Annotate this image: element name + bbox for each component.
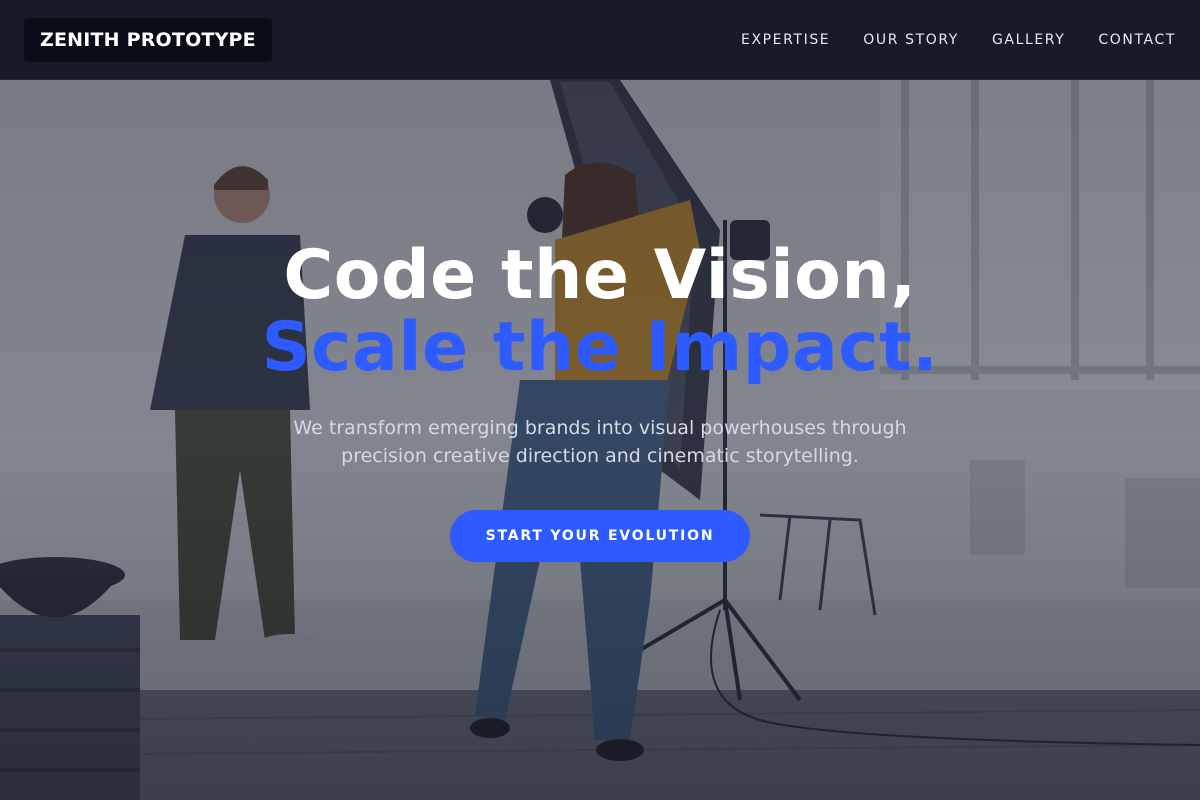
site-header: ZENITH PROTOTYPE EXPERTISE OUR STORY GAL… [0, 0, 1200, 80]
start-your-evolution-button[interactable]: START YOUR EVOLUTION [450, 510, 750, 562]
hero-headline-line2: Scale the Impact. [261, 308, 939, 387]
landing-page: ZENITH PROTOTYPE EXPERTISE OUR STORY GAL… [0, 0, 1200, 800]
main-navigation: EXPERTISE OUR STORY GALLERY CONTACT [741, 32, 1176, 48]
nav-link-gallery[interactable]: GALLERY [992, 32, 1065, 48]
nav-link-contact[interactable]: CONTACT [1098, 32, 1176, 48]
hero-subtext: We transform emerging brands into visual… [293, 417, 907, 467]
nav-link-expertise[interactable]: EXPERTISE [741, 32, 830, 48]
hero-headline-line1: Code the Vision, [283, 236, 917, 315]
nav-link-our-story[interactable]: OUR STORY [863, 32, 959, 48]
site-logo[interactable]: ZENITH PROTOTYPE [24, 17, 272, 62]
hero-headline: Code the Vision, Scale the Impact. [0, 240, 1200, 384]
hero-section: Code the Vision, Scale the Impact. We tr… [0, 240, 1200, 562]
